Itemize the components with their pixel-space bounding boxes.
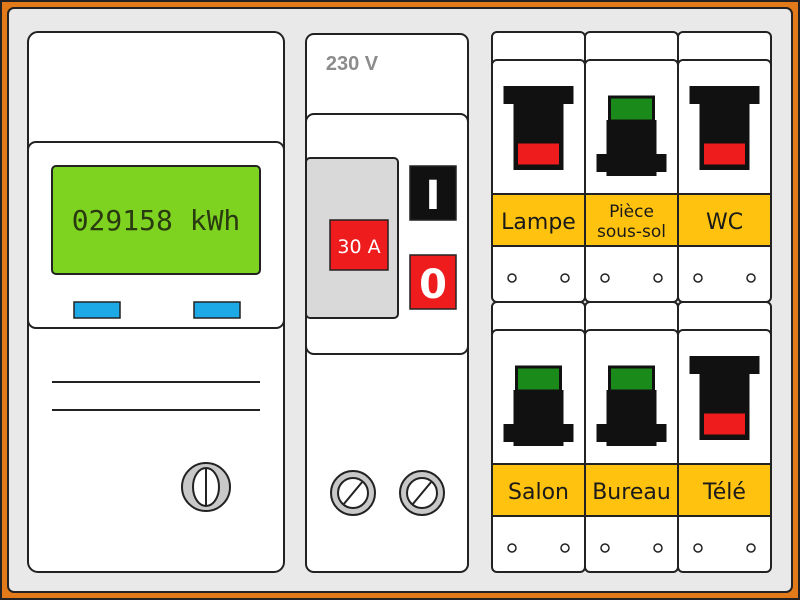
circuit-breaker: Lampe — [491, 31, 586, 303]
main-breaker: 230 V 30 A I 0 — [305, 33, 469, 573]
terminal-dot — [746, 273, 756, 283]
circuit-breaker: Bureau — [584, 301, 679, 573]
circuit-breaker: Piècesous-sol — [584, 31, 679, 303]
off-indicator — [701, 140, 748, 168]
breaker-label: sous-sol — [597, 222, 666, 242]
electrical-panel: 029158 kWh 230 V 30 A I 0 Lampe Piècesou… — [0, 0, 800, 600]
main-breaker-screw-right-icon — [399, 470, 445, 516]
circuit-breaker: Télé — [677, 301, 772, 573]
meter-screw-icon — [181, 462, 231, 512]
off-button[interactable]: 0 — [409, 254, 457, 310]
toggle-cap — [606, 120, 657, 128]
breaker-toggle[interactable] — [503, 86, 574, 170]
on-button-label: I — [426, 173, 441, 219]
toggle-base — [596, 424, 667, 442]
terminal-dot — [693, 273, 703, 283]
breaker-label: Pièce — [609, 202, 654, 222]
circuit-breaker: Salon — [491, 301, 586, 573]
breaker-label: WC — [706, 210, 743, 235]
on-indicator — [515, 365, 562, 393]
terminal-dot — [600, 273, 610, 283]
terminal-dot — [653, 543, 663, 553]
toggle-base — [503, 424, 574, 442]
electric-meter: 029158 kWh — [27, 31, 285, 573]
breaker-label: Salon — [508, 480, 569, 505]
off-indicator — [515, 140, 562, 168]
toggle-cap — [606, 390, 657, 398]
meter-button-left[interactable] — [73, 301, 121, 319]
breaker-label: Bureau — [592, 480, 671, 505]
meter-button-right[interactable] — [193, 301, 241, 319]
on-indicator — [608, 95, 655, 123]
main-breaker-screw-left-icon — [330, 470, 376, 516]
terminal-dot — [653, 273, 663, 283]
breaker-label: Lampe — [501, 210, 576, 235]
rating-label: 30 A — [337, 236, 380, 258]
voltage-label: 230 V — [326, 53, 379, 75]
off-button-label: 0 — [419, 262, 447, 308]
breaker-toggle[interactable] — [689, 86, 760, 170]
toggle-cap — [513, 390, 564, 398]
meter-reading: 029158 kWh — [72, 204, 241, 237]
terminal-dot — [600, 543, 610, 553]
breaker-label: Télé — [702, 480, 746, 505]
toggle-base — [596, 154, 667, 172]
terminal-dot — [507, 543, 517, 553]
circuit-breaker: WC — [677, 31, 772, 303]
terminal-dot — [746, 543, 756, 553]
terminal-dot — [507, 273, 517, 283]
breaker-toggle[interactable] — [689, 356, 760, 440]
terminal-dot — [560, 543, 570, 553]
on-indicator — [608, 365, 655, 393]
terminal-dot — [560, 273, 570, 283]
terminal-dot — [693, 543, 703, 553]
on-button[interactable]: I — [409, 165, 457, 221]
circuit-breaker-bank: Lampe Piècesous-sol WC Salon Bureau Télé — [491, 31, 772, 573]
off-indicator — [701, 410, 748, 438]
